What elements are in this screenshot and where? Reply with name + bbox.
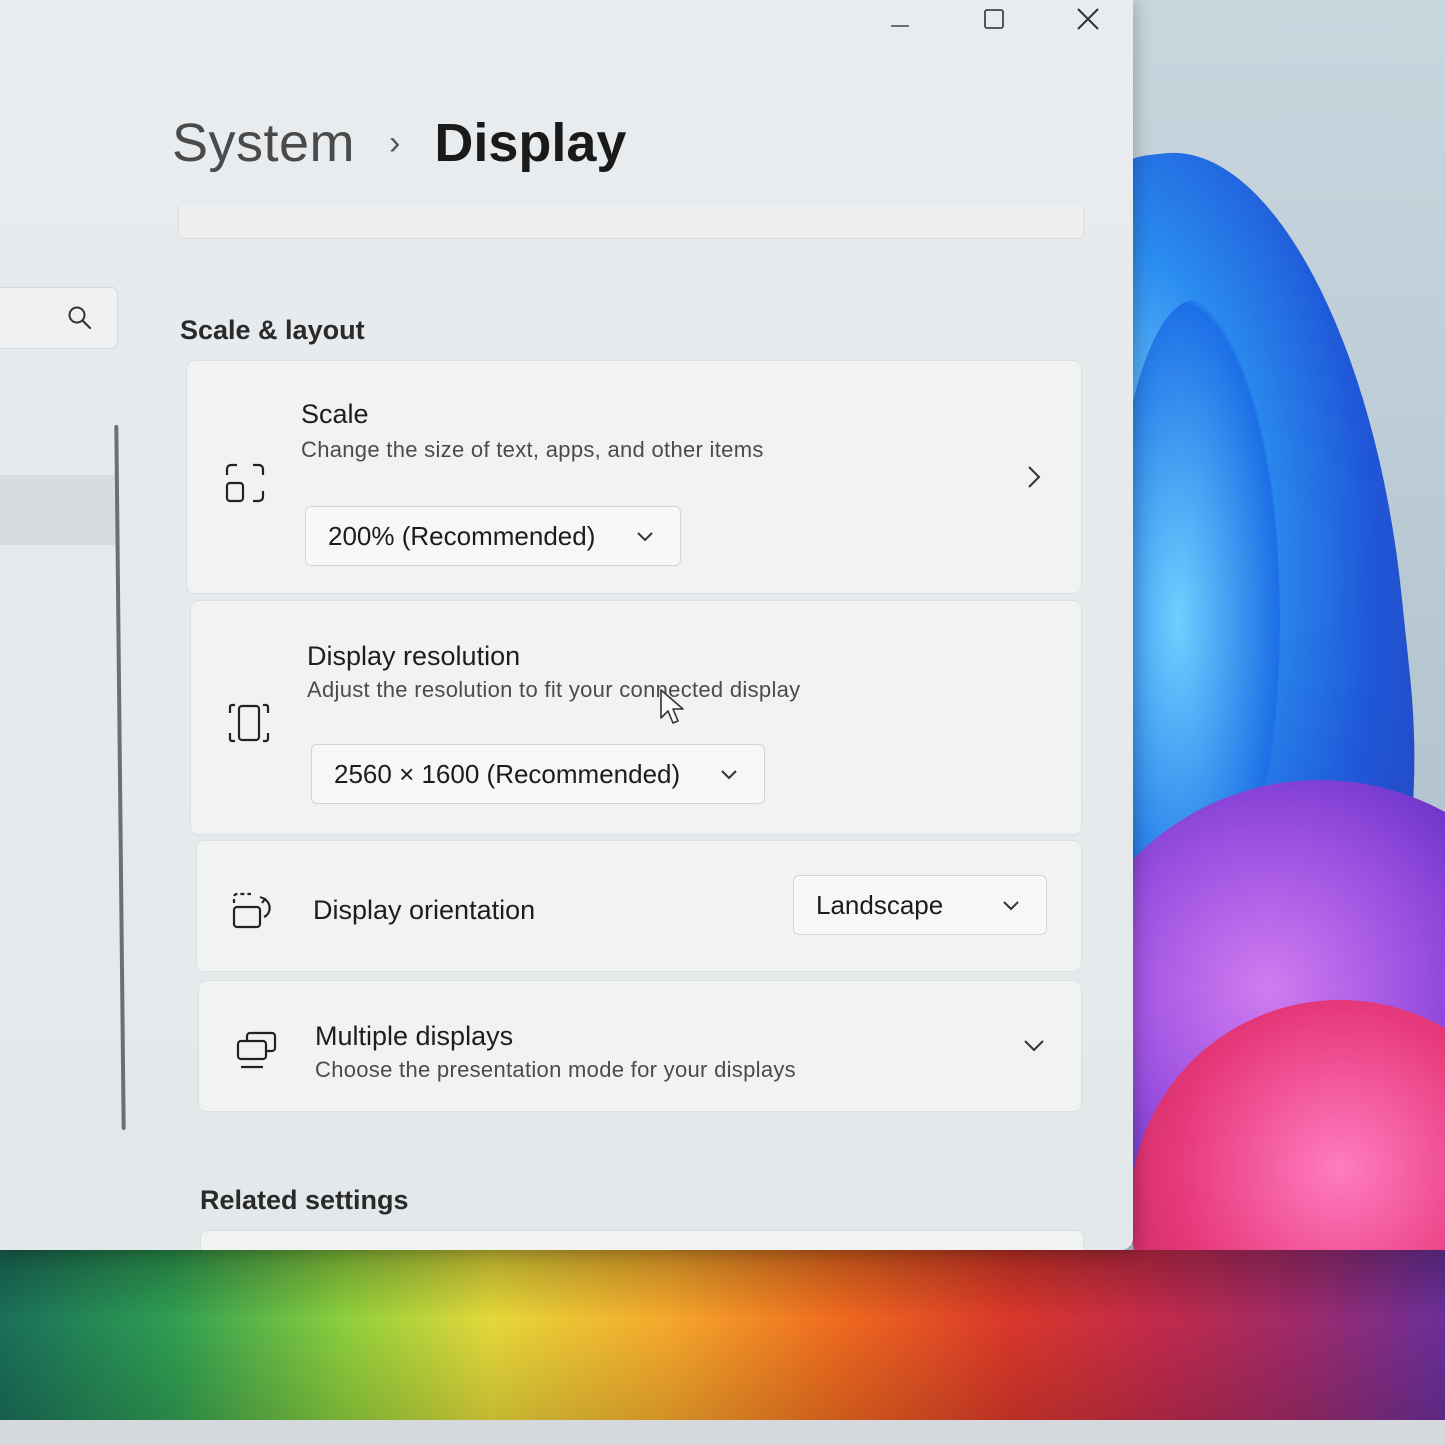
display-orientation-title: Display orientation [313, 895, 536, 925]
chevron-down-icon [721, 770, 737, 780]
chevron-down-icon [637, 532, 653, 542]
page-title: Display [434, 113, 627, 173]
scale-dropdown-value: 200% (Recommended) [328, 520, 596, 551]
previous-setting-card[interactable] [178, 206, 1084, 239]
section-title-scale-layout: Scale & layout [180, 315, 365, 345]
display-resolution-description: Adjust the resolution to fit your connec… [307, 677, 801, 702]
scale-icon [225, 463, 265, 503]
mouse-cursor-icon [660, 689, 684, 724]
search-input[interactable] [0, 287, 118, 349]
display-resolution-setting-card: Display resolution Adjust the resolution… [190, 600, 1082, 835]
display-orientation-dropdown-value: Landscape [816, 889, 944, 920]
wallpaper-shade [0, 1250, 1445, 1445]
maximize-icon [984, 9, 1004, 29]
display-orientation-setting-card: Display orientation Landscape [196, 840, 1082, 972]
multiple-displays-icon [236, 1031, 277, 1069]
close-button[interactable] [1048, 0, 1128, 38]
settings-window: System › Display Scale & layout Scale Ch… [0, 0, 1133, 1250]
nav-scrollbar[interactable] [114, 425, 126, 1130]
multiple-displays-description: Choose the presentation mode for your di… [315, 1057, 796, 1082]
scale-title: Scale [301, 399, 369, 429]
expand-chevron-down-icon[interactable] [1023, 1039, 1045, 1053]
maximize-button[interactable] [954, 0, 1034, 38]
breadcrumb-separator-icon: › [389, 123, 401, 162]
display-orientation-dropdown[interactable]: Landscape [793, 875, 1047, 935]
taskbar [0, 1420, 1445, 1445]
scale-description: Change the size of text, apps, and other… [301, 437, 764, 462]
display-resolution-dropdown-value: 2560 × 1600 (Recommended) [334, 758, 681, 789]
related-setting-card[interactable] [200, 1230, 1084, 1250]
chevron-right-icon[interactable] [1027, 465, 1041, 489]
breadcrumb-system-link[interactable]: System [172, 112, 355, 174]
minimize-button[interactable] [860, 0, 940, 38]
resolution-icon [228, 703, 270, 743]
display-resolution-title: Display resolution [307, 641, 521, 671]
scale-dropdown[interactable]: 200% (Recommended) [305, 506, 681, 566]
multiple-displays-setting-card[interactable]: Multiple displays Choose the presentatio… [198, 980, 1082, 1112]
chevron-down-icon [1003, 901, 1019, 911]
scale-setting-card[interactable]: Scale Change the size of text, apps, and… [186, 360, 1082, 594]
multiple-displays-title: Multiple displays [315, 1021, 514, 1051]
close-icon [1077, 8, 1099, 30]
nav-item-system-selected[interactable] [0, 475, 118, 545]
display-resolution-dropdown[interactable]: 2560 × 1600 (Recommended) [311, 744, 765, 804]
section-title-related-settings: Related settings [200, 1185, 409, 1215]
rotate-display-icon [232, 892, 271, 929]
minimize-icon [891, 25, 909, 27]
breadcrumb: System › Display [172, 112, 626, 174]
search-icon [68, 306, 92, 330]
